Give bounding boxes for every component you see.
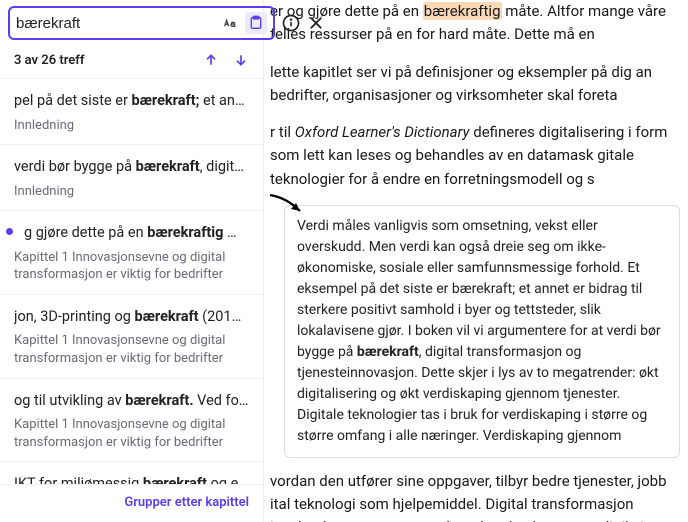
body-paragraph: er og gjøre dette på en bærekraftig måte… xyxy=(270,0,680,47)
result-title: pel på det siste er bærekraft; et annet… xyxy=(14,91,249,111)
body-paragraph: vordan den utfører sine oppgaver, tilbyr… xyxy=(270,470,680,522)
result-breadcrumb: Innledning xyxy=(14,117,249,135)
search-result[interactable]: og til utvikling av bærekraft. Ved for e… xyxy=(0,378,263,462)
result-breadcrumb: Kapittel 1 Innovasjonsevne og digital tr… xyxy=(14,332,249,367)
body-paragraph: r til Oxford Learner's Dictionary define… xyxy=(270,121,680,191)
results-list: pel på det siste er bærekraft; et annet…… xyxy=(0,78,263,522)
close-icon[interactable] xyxy=(307,9,325,37)
next-result-icon[interactable] xyxy=(233,52,249,68)
group-by-chapter-label: Grupper etter kapittel xyxy=(124,495,249,510)
callout-box: Verdi måles vanligvis som omsetning, vek… xyxy=(284,205,680,458)
search-result[interactable]: g gjøre dette på en bærekraftig måt… Kapi… xyxy=(0,210,263,294)
highlighted-term: bærekraftig xyxy=(423,2,502,20)
result-count-row: 3 av 26 treff xyxy=(0,46,263,78)
body-paragraph: lette kapitlet ser vi på definisjoner og… xyxy=(270,61,680,108)
group-by-chapter-button[interactable]: Grupper etter kapittel xyxy=(0,484,263,522)
search-row xyxy=(0,0,263,46)
match-case-icon[interactable] xyxy=(219,12,241,34)
search-input[interactable] xyxy=(16,15,215,32)
result-count: 3 av 26 treff xyxy=(14,53,85,68)
result-title: og til utvikling av bærekraft. Ved for e… xyxy=(14,391,249,411)
search-sidebar: 3 av 26 treff pel på det siste er bærekr… xyxy=(0,0,264,522)
info-icon[interactable] xyxy=(281,9,301,37)
result-title: g gjøre dette på en bærekraftig måt… xyxy=(14,223,249,243)
document-view: er og gjøre dette på en bærekraftig måte… xyxy=(264,0,688,522)
result-title: jon, 3D-printing og bærekraft (2019, s… xyxy=(14,307,249,327)
search-result[interactable]: verdi bør bygge på bærekraft, digital t…… xyxy=(0,144,263,210)
result-breadcrumb: Kapittel 1 Innovasjonsevne og digital tr… xyxy=(14,249,249,284)
search-box xyxy=(8,6,275,40)
callout-bold-term: bærekraft xyxy=(357,344,419,360)
search-result[interactable]: pel på det siste er bærekraft; et annet…… xyxy=(0,78,263,144)
whole-word-icon[interactable] xyxy=(245,12,267,34)
result-title: verdi bør bygge på bærekraft, digital t… xyxy=(14,157,249,177)
annotation-arrow-icon xyxy=(268,191,308,221)
search-result[interactable]: jon, 3D-printing og bærekraft (2019, s… K… xyxy=(0,294,263,378)
prev-result-icon[interactable] xyxy=(203,52,219,68)
result-breadcrumb: Innledning xyxy=(14,183,249,201)
result-breadcrumb: Kapittel 1 Innovasjonsevne og digital tr… xyxy=(14,416,249,451)
